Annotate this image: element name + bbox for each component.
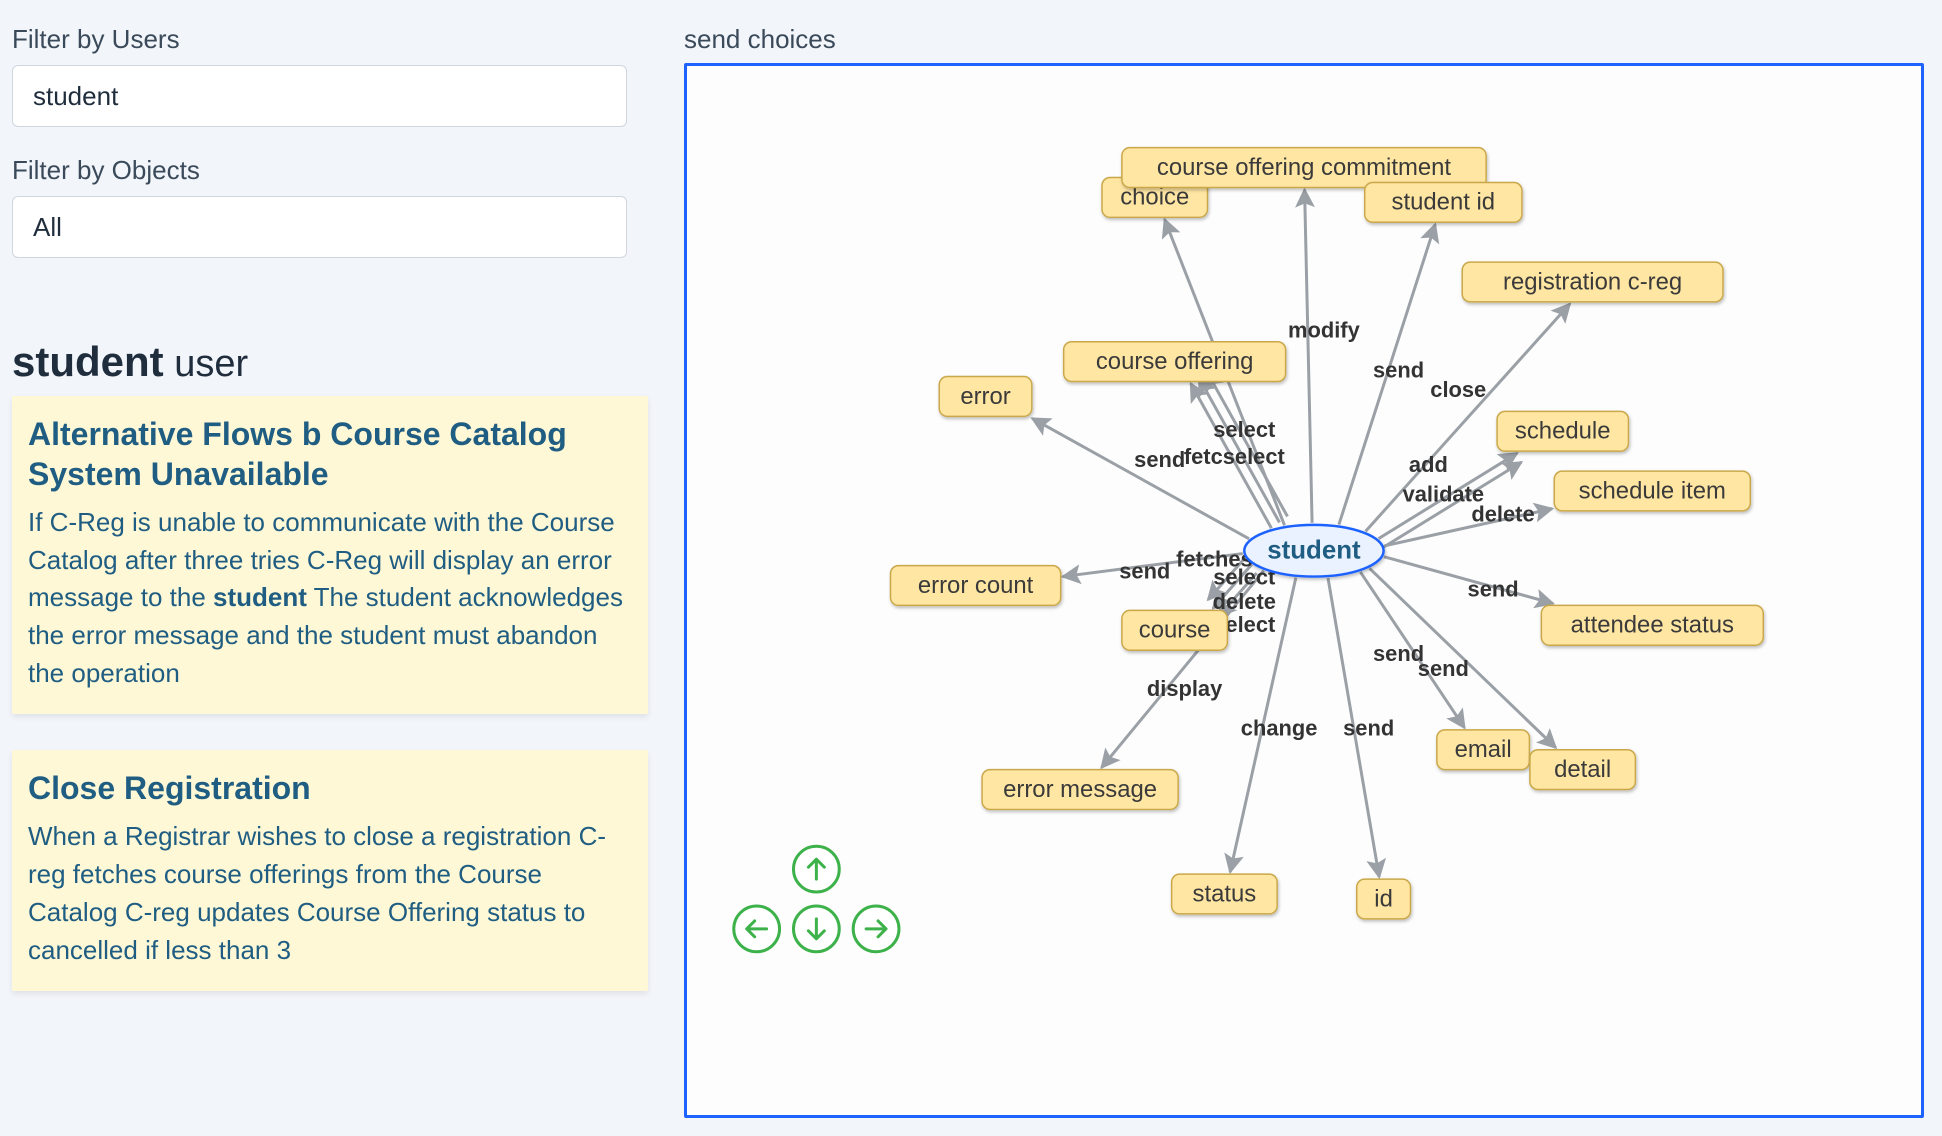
graph-node[interactable]: registration c-reg	[1462, 262, 1723, 302]
nav-down-button[interactable]	[793, 906, 839, 952]
svg-text:status: status	[1193, 880, 1257, 907]
graph-edge-label: send	[1343, 716, 1394, 741]
graph-node[interactable]: error count	[891, 566, 1061, 606]
svg-text:detail: detail	[1554, 756, 1611, 783]
graph-node[interactable]: student id	[1365, 182, 1522, 222]
graph-edge-label: select	[1213, 417, 1276, 442]
graph-node[interactable]: error	[939, 377, 1032, 417]
svg-text:id: id	[1374, 885, 1393, 912]
filter-objects-label: Filter by Objects	[12, 155, 648, 186]
graph-edge-label: add	[1409, 452, 1448, 477]
svg-text:error count: error count	[918, 572, 1034, 599]
graph-edge-label: modify	[1288, 318, 1361, 343]
graph-node[interactable]: email	[1437, 730, 1530, 770]
graph-panel[interactable]: sendmodifysendcloseaddvalidatedeletesend…	[684, 63, 1924, 1118]
svg-text:course offering: course offering	[1096, 348, 1254, 375]
graph-edge-label: send	[1119, 558, 1170, 583]
graph-edge-label: send	[1418, 656, 1469, 681]
graph-node[interactable]: schedule	[1497, 411, 1628, 451]
graph-edge-label: close	[1430, 377, 1486, 402]
card-title: Close Registration	[28, 768, 632, 808]
card-body: When a Registrar wishes to close a regis…	[28, 818, 632, 969]
flow-card[interactable]: Alternative Flows b Course Catalog Syste…	[12, 396, 648, 714]
flow-card[interactable]: Close Registration When a Registrar wish…	[12, 750, 648, 991]
graph-edge-label: change	[1241, 716, 1318, 741]
nav-up-button[interactable]	[793, 846, 839, 892]
graph-title: send choices	[684, 24, 1924, 55]
graph-nav-controls	[734, 846, 899, 951]
svg-text:student id: student id	[1392, 189, 1496, 216]
svg-text:registration c-reg: registration c-reg	[1503, 268, 1682, 295]
graph-edge-label: display	[1147, 676, 1223, 701]
svg-text:schedule: schedule	[1515, 418, 1611, 445]
graph-node[interactable]: schedule item	[1554, 471, 1750, 511]
graph-edge	[1305, 189, 1313, 522]
graph-svg[interactable]: sendmodifysendcloseaddvalidatedeletesend…	[687, 66, 1921, 1115]
svg-text:attendee status: attendee status	[1571, 612, 1734, 639]
entity-heading: student user	[12, 338, 648, 386]
graph-edge-label: send	[1373, 357, 1424, 382]
card-title: Alternative Flows b Course Catalog Syste…	[28, 414, 632, 494]
entity-name: student	[12, 338, 164, 385]
graph-node[interactable]: id	[1357, 879, 1411, 919]
graph-node[interactable]: error message	[982, 770, 1178, 810]
graph-node[interactable]: course offering commitment	[1122, 148, 1486, 188]
graph-node[interactable]: attendee status	[1541, 605, 1763, 645]
nav-right-button[interactable]	[853, 906, 899, 952]
sidebar: Filter by Users student Filter by Object…	[0, 0, 660, 1136]
graph-edge-label: send	[1373, 641, 1424, 666]
svg-text:course: course	[1139, 617, 1211, 644]
filter-objects-select[interactable]: All	[12, 196, 627, 258]
graph-edge-label: delete	[1471, 502, 1534, 527]
graph-node[interactable]: status	[1172, 874, 1277, 914]
graph-edge-label: fetcselect	[1184, 444, 1286, 469]
filter-users-value: student	[33, 81, 118, 112]
filter-users-label: Filter by Users	[12, 24, 648, 55]
graph-node[interactable]: course	[1122, 610, 1227, 650]
svg-text:schedule item: schedule item	[1579, 477, 1726, 504]
svg-text:student: student	[1267, 537, 1361, 565]
svg-text:error message: error message	[1003, 776, 1157, 803]
card-body: If C-Reg is unable to communicate with t…	[28, 504, 632, 692]
filter-objects-value: All	[33, 212, 62, 243]
graph-edge-label: fetches	[1176, 546, 1253, 571]
graph-edge-label: send	[1134, 447, 1185, 472]
svg-text:course offering commitment: course offering commitment	[1157, 154, 1452, 181]
nav-left-button[interactable]	[734, 906, 780, 952]
filter-users-select[interactable]: student	[12, 65, 627, 127]
svg-text:email: email	[1455, 736, 1512, 763]
graph-center-node[interactable]: student	[1244, 525, 1383, 577]
graph-node[interactable]: detail	[1530, 750, 1635, 790]
graph-edge-label: send	[1468, 576, 1519, 601]
graph-node[interactable]: course offering	[1064, 342, 1286, 382]
entity-type: user	[174, 343, 248, 385]
main-panel: send choices sendmodifysendcloseaddvalid…	[660, 0, 1942, 1136]
svg-text:error: error	[960, 383, 1010, 410]
